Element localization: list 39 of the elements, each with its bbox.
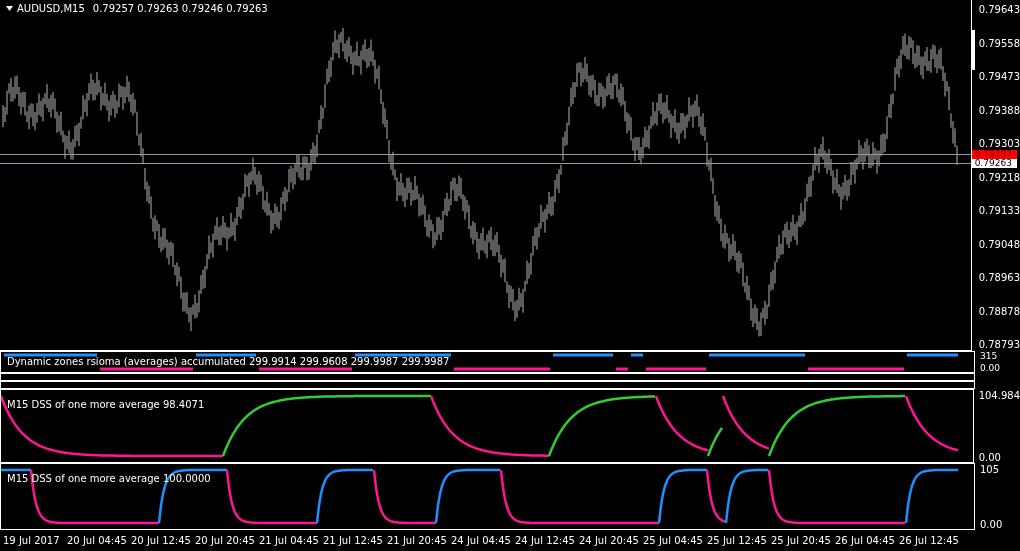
indicator-label: Dynamic zones rsioma (averages) accumulated 299.9914 299.9608 299.9987 299.9987 <box>7 356 450 367</box>
time-label: 20 Jul 04:45 <box>67 535 128 548</box>
price-label: 0.79303 <box>977 138 1020 150</box>
axis-label: 0.00 <box>980 363 1002 373</box>
axis-label: 0.00 <box>978 453 1002 463</box>
price-label: 0.78793 <box>977 339 1020 351</box>
price-label: 0.78963 <box>977 272 1020 284</box>
time-label: 24 Jul 12:45 <box>515 535 576 548</box>
price-tag: 0.79263 <box>971 159 1017 168</box>
axis-label: 315 <box>980 351 999 361</box>
indicator-label: M15 DSS of one more average 98.4071 <box>7 399 205 410</box>
time-label: 24 Jul 04:45 <box>451 535 512 548</box>
price-label: 0.79048 <box>977 238 1020 251</box>
price-tag: 0.79287 <box>971 150 1017 159</box>
price-label: 0.79218 <box>977 171 1020 184</box>
quote-values: 0.79257 0.79263 0.79246 0.79263 <box>92 3 268 14</box>
price-label: 0.79133 <box>977 205 1020 217</box>
price-label: 0.78878 <box>977 305 1020 318</box>
time-label: 21 Jul 04:45 <box>259 535 320 548</box>
time-label: 19 Jul 2017 <box>3 535 61 548</box>
price-label: 0.79473 <box>977 71 1020 83</box>
time-label: 25 Jul 04:45 <box>643 535 704 548</box>
time-label: 25 Jul 12:45 <box>707 535 768 548</box>
price-label: 0.79388 <box>977 104 1020 117</box>
price-label: 0.79643 <box>977 4 1020 16</box>
price-label: 0.79558 <box>977 37 1020 50</box>
axis-label: 104.984 <box>978 391 1020 401</box>
time-label: 20 Jul 20:45 <box>195 535 256 548</box>
time-label: 24 Jul 20:45 <box>579 535 640 548</box>
symbol-label: AUDUSD,M15 <box>17 3 85 14</box>
time-label: 21 Jul 12:45 <box>323 535 384 548</box>
time-label: 20 Jul 12:45 <box>131 535 192 548</box>
time-label: 25 Jul 20:45 <box>771 535 832 548</box>
axis-label: 105 <box>980 465 1001 475</box>
axis-label: 0.00 <box>980 520 1004 530</box>
time-label: 26 Jul 04:45 <box>835 535 896 548</box>
dropdown-icon[interactable] <box>6 6 13 11</box>
time-label: 21 Jul 20:45 <box>387 535 448 548</box>
time-label: 26 Jul 12:45 <box>899 535 960 548</box>
